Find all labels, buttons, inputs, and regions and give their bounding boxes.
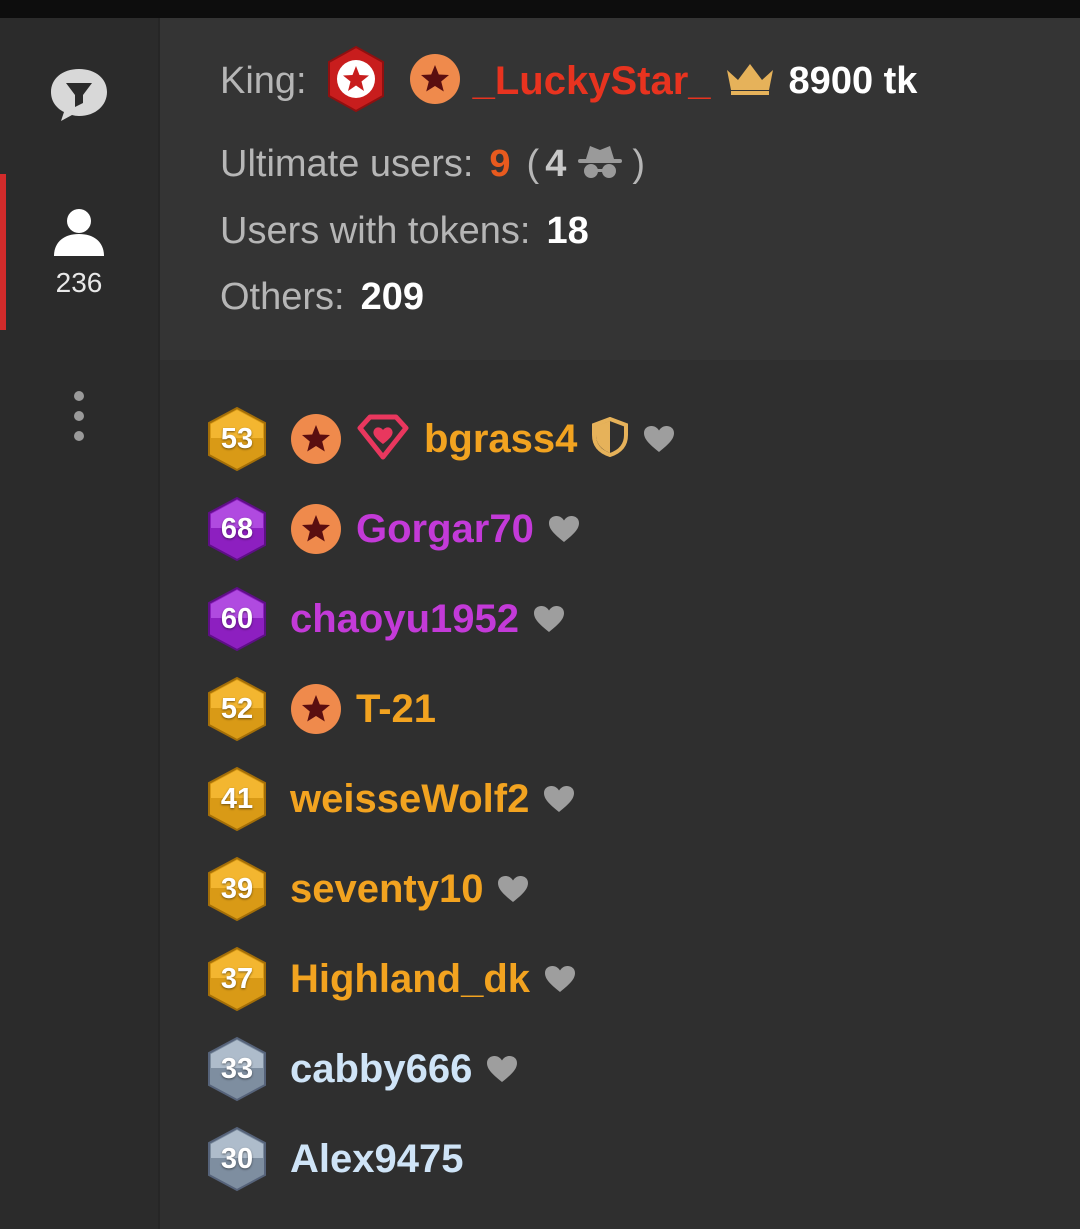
more-button[interactable] [0,378,158,458]
user-row[interactable]: 39 seventy10 [206,853,529,925]
king-label: King: [220,59,307,102]
star-badge-icon [290,503,342,555]
user-row[interactable]: 30 Alex9475 [206,1123,463,1195]
chat-filter-button[interactable] [0,56,158,136]
token-users-count: 18 [546,209,589,252]
user-row[interactable]: 33 cabby666 [206,1033,518,1105]
others-count: 209 [360,275,425,318]
level-badge: 68 [206,496,268,562]
others-row: Others: 209 [220,267,424,327]
star-badge-icon [409,53,461,110]
more-vertical-icon [73,390,85,447]
token-users-row: Users with tokens: 18 [220,201,589,261]
heart-icon[interactable] [486,1055,518,1083]
user-icon [52,206,106,261]
username[interactable]: Gorgar70 [356,507,534,552]
username[interactable]: chaoyu1952 [290,597,519,642]
king-row: King: _LuckyStar_ 8900 tk [220,45,918,118]
king-tokens: 8900 tk [788,59,918,102]
ultimate-users-count: 9 [489,142,511,185]
side-rail: 236 [0,18,160,1229]
user-count: 236 [55,266,103,298]
king-name[interactable]: _LuckyStar_ [473,59,711,104]
status-bar [0,0,1080,18]
others-label: Others: [220,275,345,318]
user-row[interactable]: 41 weisseWolf2 [206,763,575,835]
users-tab[interactable]: 236 [0,174,158,330]
user-row[interactable]: 68 Gorgar70 [206,493,580,565]
incognito-count: 4 [545,142,567,185]
level-badge: 37 [206,946,268,1012]
ultimate-users-label: Ultimate users: [220,142,474,185]
open-paren: ( [526,142,540,185]
heart-icon[interactable] [544,965,576,993]
heart-icon[interactable] [543,785,575,813]
token-users-label: Users with tokens: [220,209,531,252]
user-row[interactable]: 53 bgrass4 [206,403,675,475]
star-badge-icon [290,413,342,465]
heart-icon[interactable] [548,515,580,543]
crown-icon [725,62,775,101]
level-badge: 53 [206,406,268,472]
shield-icon [591,416,629,462]
username[interactable]: T-21 [356,687,436,732]
username[interactable]: Highland_dk [290,957,530,1002]
user-row[interactable]: 52 T-21 [206,673,436,745]
level-badge: 39 [206,856,268,922]
chat-filter-icon [48,65,110,128]
heart-icon[interactable] [533,605,565,633]
username[interactable]: bgrass4 [424,417,577,462]
heart-icon[interactable] [497,875,529,903]
level-badge: 60 [206,586,268,652]
username[interactable]: weisseWolf2 [290,777,529,822]
star-badge-icon [290,683,342,735]
username[interactable]: seventy10 [290,867,483,912]
username[interactable]: Alex9475 [290,1137,463,1182]
level-badge: 52 [206,676,268,742]
level-badge: 33 [206,1036,268,1102]
level-badge: 30 [206,1126,268,1192]
red-star-hex-icon [325,45,387,118]
user-summary-panel: King: _LuckyStar_ 8900 tk Ultimate users… [160,18,1080,360]
ultimate-users-row: Ultimate users: 9 ( 4 ) [220,134,645,194]
user-row[interactable]: 37 Highland_dk [206,943,576,1015]
incognito-icon [576,143,624,186]
level-badge: 41 [206,766,268,832]
user-list: 53 bgrass4 68 Gorgar70 60 chaoyu1952 52 … [160,362,1080,1229]
close-paren: ) [632,142,645,185]
heart-icon[interactable] [643,425,675,453]
username[interactable]: cabby666 [290,1047,472,1092]
user-row[interactable]: 60 chaoyu1952 [206,583,565,655]
gem-heart-icon [356,414,410,465]
